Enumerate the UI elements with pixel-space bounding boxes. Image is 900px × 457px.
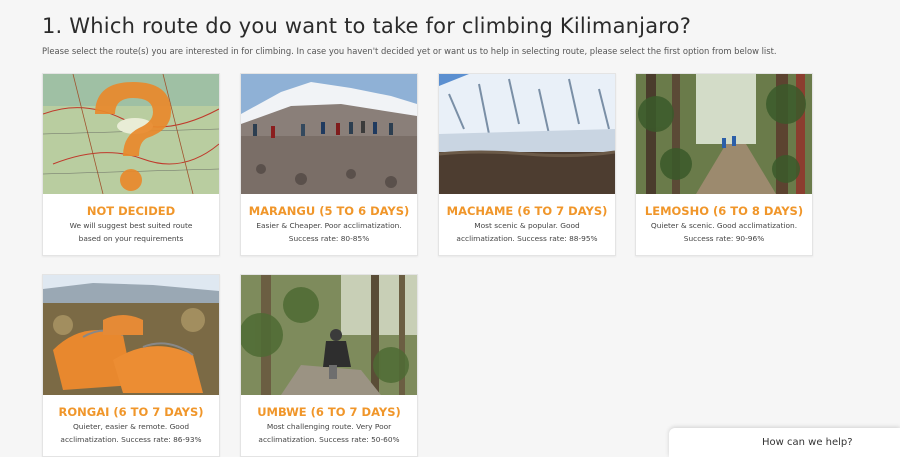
- route-description-line: acclimatization. Success rate: 88-95%: [456, 234, 598, 243]
- route-name: NOT DECIDED: [86, 204, 176, 218]
- route-name: UMBWE (6 TO 7 DAYS): [257, 405, 401, 419]
- route-description: Most scenic & popular. Good acclimatizat…: [445, 219, 609, 245]
- route-image-map-question-mark: [43, 74, 219, 194]
- route-description-line: Quieter & scenic. Good acclimatization.: [650, 221, 798, 230]
- route-description: Quieter, easier & remote. Good acclimati…: [49, 420, 213, 446]
- route-option-rongai[interactable]: RONGAI (6 TO 7 DAYS) Quieter, easier & r…: [42, 274, 220, 457]
- route-description-line: Most challenging route. Very Poor: [266, 422, 392, 431]
- question-title: 1. Which route do you want to take for c…: [42, 14, 692, 38]
- route-option-marangu[interactable]: MARANGU (5 TO 6 DAYS) Easier & Cheaper. …: [240, 73, 418, 256]
- route-name: MARANGU (5 TO 6 DAYS): [248, 204, 410, 218]
- route-name: MACHAME (6 TO 7 DAYS): [446, 204, 608, 218]
- route-image-forest-trail: [636, 74, 812, 194]
- route-description: Quieter & scenic. Good acclimatization. …: [642, 219, 806, 245]
- route-description: Easier & Cheaper. Poor acclimatization. …: [247, 219, 411, 245]
- route-description-line: Success rate: 90-96%: [683, 234, 765, 243]
- route-option-umbwe[interactable]: UMBWE (6 TO 7 DAYS) Most challenging rou…: [240, 274, 418, 457]
- route-option-lemosho[interactable]: LEMOSHO (6 TO 8 DAYS) Quieter & scenic. …: [635, 73, 813, 256]
- route-description: Most challenging route. Very Poor acclim…: [247, 420, 411, 446]
- question-instructions: Please select the route(s) you are inter…: [42, 46, 777, 56]
- route-description-line: Most scenic & popular. Good: [474, 221, 580, 230]
- chat-widget-button[interactable]: How can we help?: [669, 428, 900, 457]
- route-description-line: Success rate: 80-85%: [288, 234, 370, 243]
- route-description-line: Easier & Cheaper. Poor acclimatization.: [256, 221, 402, 230]
- chat-widget-label: How can we help?: [762, 437, 853, 448]
- route-description-line: acclimatization. Success rate: 86-93%: [60, 435, 202, 444]
- route-image-climber: [241, 275, 417, 395]
- route-image-hikers: [241, 74, 417, 194]
- route-description-line: acclimatization. Success rate: 50-60%: [258, 435, 400, 444]
- route-image-snowy-mountain: [439, 74, 615, 194]
- route-option-not-decided[interactable]: NOT DECIDED We will suggest best suited …: [42, 73, 220, 256]
- route-description-line: We will suggest best suited route: [69, 221, 193, 230]
- route-description-line: Quieter, easier & remote. Good: [72, 422, 190, 431]
- route-name: LEMOSHO (6 TO 8 DAYS): [644, 204, 804, 218]
- route-image-tents: [43, 275, 219, 395]
- route-description: We will suggest best suited route based …: [49, 219, 213, 245]
- route-option-machame[interactable]: MACHAME (6 TO 7 DAYS) Most scenic & popu…: [438, 73, 616, 256]
- route-name: RONGAI (6 TO 7 DAYS): [58, 405, 204, 419]
- route-description-line: based on your requirements: [78, 234, 184, 243]
